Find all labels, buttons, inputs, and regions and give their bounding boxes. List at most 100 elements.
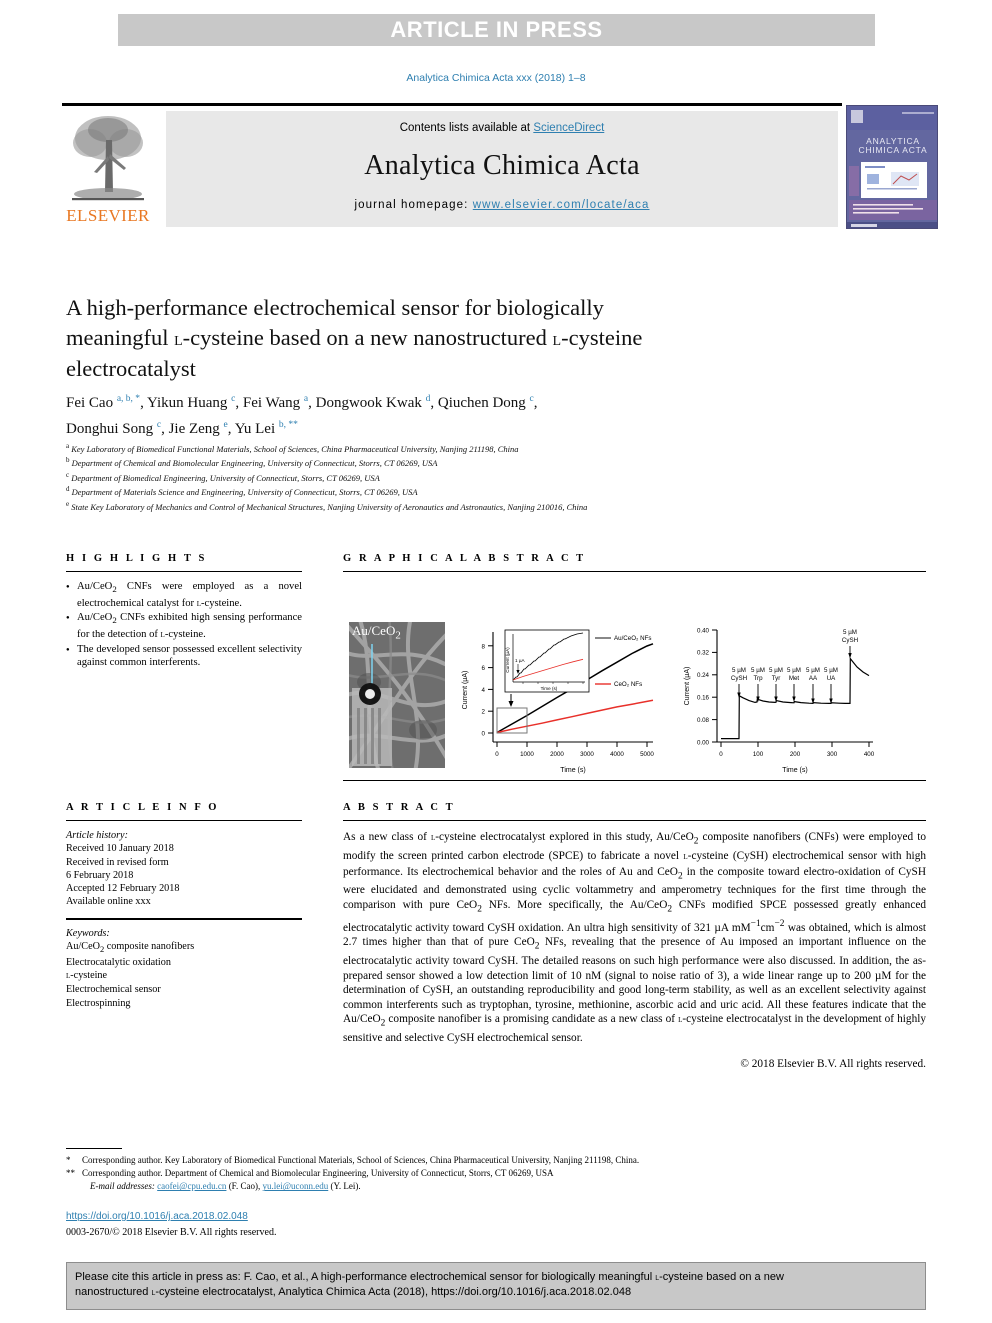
- title-line-3: electrocatalyst: [66, 356, 196, 381]
- footnote-star-1: *: [66, 1155, 71, 1165]
- issn-copyright-line: 0003-2670/© 2018 Elsevier B.V. All right…: [66, 1227, 277, 1238]
- sciencedirect-link[interactable]: ScienceDirect: [533, 122, 604, 134]
- history-revised: Received in revised form: [66, 856, 169, 868]
- svg-text:200: 200: [790, 751, 801, 758]
- list-item: The developed sensor possessed excellent…: [66, 643, 302, 670]
- affiliation-a-text: Key Laboratory of Biomedical Functional …: [71, 443, 519, 454]
- email-1-name: (F. Cao),: [228, 1181, 261, 1192]
- legend-ceo2: CeO₂ NFs: [614, 681, 642, 688]
- affiliation-c: c Department of Biomedical Engineering, …: [66, 470, 380, 483]
- svg-text:4: 4: [482, 687, 486, 694]
- svg-text:1 µA: 1 µA: [515, 658, 525, 663]
- svg-text:5000: 5000: [640, 751, 654, 758]
- journal-cover-thumbnail[interactable]: ANALYTICA CHIMICA ACTA: [846, 105, 938, 229]
- svg-text:0: 0: [495, 751, 499, 758]
- svg-text:5 µM: 5 µM: [806, 667, 820, 674]
- keywords-block: Keywords: Au/CeO2 composite nanofibers E…: [66, 927, 302, 1010]
- svg-text:0: 0: [482, 731, 486, 738]
- article-in-press-banner: ARTICLE IN PRESS: [118, 14, 875, 46]
- doi-link[interactable]: https://doi.org/10.1016/j.aca.2018.02.04…: [66, 1211, 248, 1222]
- svg-text:100: 100: [753, 751, 764, 758]
- legend-au-ceo2: Au/CeO₂ NFs: [614, 635, 651, 642]
- footnote-2-text: Corresponding author. Department of Chem…: [82, 1168, 554, 1179]
- history-received: Received 10 January 2018: [66, 843, 174, 855]
- chart-2-svg: 0.00 0.08 0.16 0.24 0.32 0.40 0 100 200 …: [684, 627, 875, 774]
- journal-homepage-link[interactable]: www.elsevier.com/locate/aca: [473, 199, 650, 211]
- title-line-1: A high-performance electrochemical senso…: [66, 295, 604, 320]
- svg-text:5 µM: 5 µM: [787, 667, 801, 674]
- affiliation-b-text: Department of Chemical and Biomolecular …: [71, 458, 438, 469]
- svg-text:5 µM: 5 µM: [769, 667, 783, 674]
- svg-text:Met: Met: [789, 675, 800, 682]
- svg-text:0.32: 0.32: [697, 650, 710, 657]
- affiliation-a: a Key Laboratory of Biomedical Functiona…: [66, 442, 519, 454]
- abstract-rule: [343, 820, 926, 822]
- page-title: A high-performance electrochemical senso…: [66, 293, 856, 384]
- keywords-label: Keywords:: [66, 927, 110, 939]
- footnote-corresponding-1: * Corresponding author. Key Laboratory of…: [66, 1154, 926, 1167]
- article-info-heading: A R T I C L E I N F O: [66, 802, 220, 813]
- chart-selectivity-amperometry: 0.00 0.08 0.16 0.24 0.32 0.40 0 100 200 …: [673, 620, 888, 778]
- svg-text:6: 6: [482, 665, 486, 672]
- svg-text:5 µM: 5 µM: [732, 667, 746, 674]
- article-history-label: Article history:: [66, 830, 128, 842]
- graphical-abstract-bottom-rule: [343, 780, 926, 782]
- authors-line-1: Fei Cao a, b, *, Yikun Huang c, Fei Wang…: [66, 394, 538, 411]
- article-history: Article history: Received 10 January 201…: [66, 829, 302, 908]
- footnote-emails: E-mail addresses: caofei@cpu.edu.cn (F. …: [66, 1180, 926, 1193]
- graphical-abstract-heading: G R A P H I C A L A B S T R A C T: [343, 553, 586, 564]
- sem-micrograph: Au/CeO2: [349, 622, 445, 769]
- svg-text:5 µM: 5 µM: [843, 629, 857, 636]
- footnotes: * Corresponding author. Key Laboratory of…: [66, 1154, 926, 1194]
- highlights-rule: [66, 571, 302, 573]
- abstract-block: A B S T R A C T As a new class of l-cyst…: [343, 802, 926, 1070]
- contents-prefix: Contents lists available at: [399, 122, 534, 134]
- affiliation-e-text: State Key Laboratory of Mechanics and Co…: [71, 501, 588, 512]
- graphical-abstract-rule: [343, 571, 926, 573]
- svg-text:Trp: Trp: [753, 675, 763, 682]
- list-item: Au/CeO2 CNFs were employed as a novel el…: [66, 580, 302, 610]
- elsevier-wordmark: ELSEVIER: [66, 206, 150, 225]
- email-link-lei[interactable]: yu.lei@uconn.edu: [262, 1181, 328, 1191]
- abstract-text: As a new class of l-cysteine electrocata…: [343, 831, 927, 1045]
- svg-text:300: 300: [827, 751, 838, 758]
- keyword-2: Electrocatalytic oxidation: [66, 957, 171, 969]
- title-seg-b: -cysteine based on a new nanostructured: [182, 325, 553, 350]
- elsevier-tree-icon: [72, 116, 144, 201]
- email-link-cao[interactable]: caofei@cpu.edu.cn: [157, 1181, 226, 1191]
- chart-amperometric-calibration: 0 2 4 6 8 0 1000 2000 3000 4000 5000 Tim…: [453, 620, 668, 778]
- svg-text:1000: 1000: [520, 751, 534, 758]
- svg-text:CySH: CySH: [731, 675, 747, 682]
- article-info-block: A R T I C L E I N F O Article history: R…: [66, 802, 302, 1010]
- chart-1-svg: 0 2 4 6 8 0 1000 2000 3000 4000 5000 Tim…: [462, 629, 654, 774]
- affiliation-d: d Department of Materials Science and En…: [66, 485, 418, 498]
- svg-text:4000: 4000: [610, 751, 624, 758]
- elsevier-logo: ELSEVIER: [64, 110, 150, 230]
- svg-text:Time (s): Time (s): [560, 767, 585, 774]
- left-column: H I G H L I G H T S Au/CeO2 CNFs were em…: [66, 553, 302, 671]
- affiliation-d-text: Department of Materials Science and Engi…: [71, 487, 418, 498]
- cite-line-1: Please cite this article in press as: F.…: [75, 1271, 784, 1283]
- svg-text:8: 8: [482, 643, 486, 650]
- svg-text:5 µM: 5 µM: [751, 667, 765, 674]
- title-seg-c: -cysteine: [561, 325, 643, 350]
- footnote-rule: [66, 1148, 122, 1150]
- highlights-heading: H I G H L I G H T S: [66, 553, 207, 564]
- svg-text:5 µM: 5 µM: [824, 667, 838, 674]
- article-info-rule: [66, 820, 302, 822]
- chart-1-inset: 1 µA Time (s) Current (µA): [504, 629, 590, 693]
- svg-text:AA: AA: [809, 675, 818, 682]
- svg-text:0.40: 0.40: [697, 627, 710, 634]
- cite-line-2: nanostructured l-cysteine electrocatalys…: [75, 1286, 632, 1298]
- svg-text:CHIMICA ACTA: CHIMICA ACTA: [859, 145, 928, 155]
- email-2-name: (Y. Lei).: [330, 1181, 361, 1192]
- keyword-1: Au/CeO2 composite nanofibers: [66, 940, 195, 954]
- homepage-prefix: journal homepage:: [354, 199, 473, 211]
- footnote-1-text: Corresponding author. Key Laboratory of …: [82, 1155, 640, 1165]
- authors-line-2: Donghui Song c, Jie Zeng e, Yu Lei b, **: [66, 420, 298, 437]
- svg-text:Current (µA): Current (µA): [462, 671, 469, 710]
- svg-text:400: 400: [864, 751, 875, 758]
- cite-this-article-box: Please cite this article in press as: F.…: [66, 1262, 926, 1310]
- svg-text:UA: UA: [827, 675, 836, 682]
- title-lcys-2: l: [552, 328, 562, 350]
